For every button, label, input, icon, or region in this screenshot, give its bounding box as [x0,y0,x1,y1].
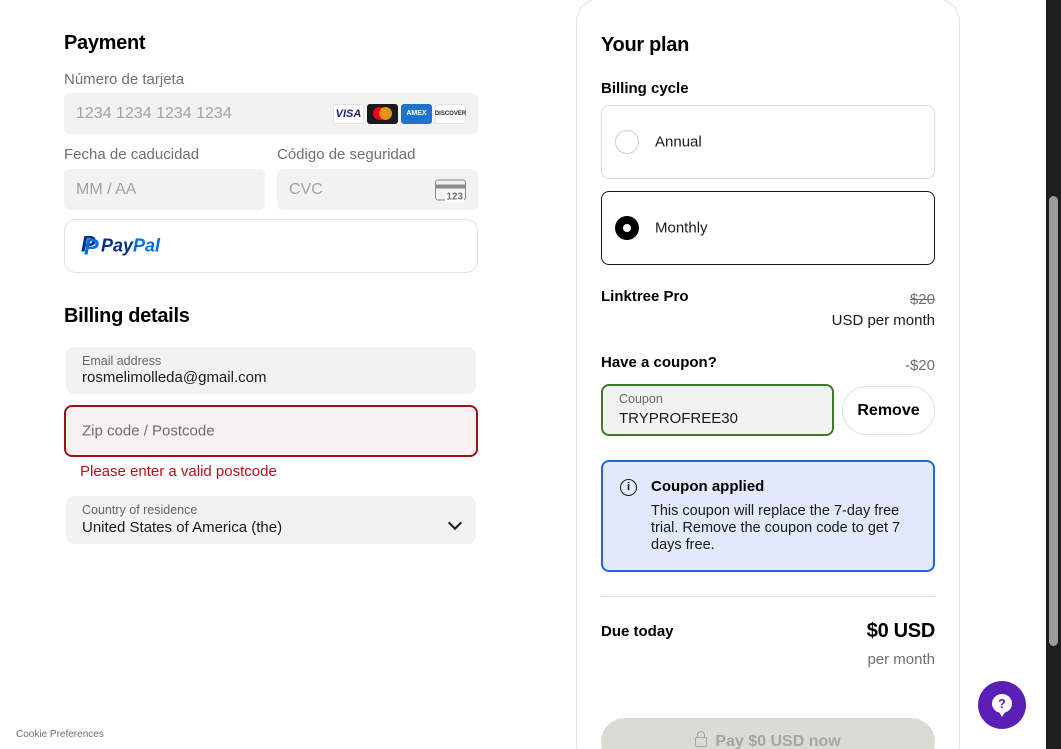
email-field[interactable]: Email address rosmelimolleda@gmail.com [66,347,476,394]
zip-error-message: Please enter a valid postcode [80,463,277,480]
checkout-page: Payment Número de tarjeta 1234 1234 1234… [0,0,1061,749]
card-number-label: Número de tarjeta [64,71,185,88]
original-price: $20 [909,291,935,308]
email-value: rosmelimolleda@gmail.com [82,369,267,386]
discover-icon: DISCOVER [435,103,466,124]
due-today-period: per month [867,651,935,668]
help-chat-button[interactable]: ? [978,681,1026,729]
paypal-button[interactable]: PP PayPal [64,219,478,273]
pay-now-label: Pay $0 USD now [715,733,841,749]
expiry-placeholder: MM / AA [76,180,137,198]
product-name: Linktree Pro [601,288,689,305]
coupon-discount: -$20 [904,357,935,374]
chevron-down-icon [447,515,463,531]
divider [601,596,935,597]
paypal-text-pal: Pal [133,235,161,256]
paypal-text-pay: Pay [101,235,134,256]
coupon-applied-body: This coupon will replace the 7-day free … [651,503,901,553]
lock-icon [695,731,708,747]
plan-title: Your plan [601,34,690,56]
cvc-placeholder: CVC [289,180,323,198]
radio-selected-icon[interactable] [615,216,639,240]
price-unit: USD per month [831,312,935,329]
coupon-input[interactable]: Coupon TRYPROFREE30 [601,384,834,436]
visa-icon: VISA [333,103,364,124]
remove-coupon-button[interactable]: Remove [842,386,935,435]
paypal-icon: PP [81,231,99,259]
info-icon: i [620,479,637,496]
coupon-value: TRYPROFREE30 [619,410,738,427]
coupon-applied-title: Coupon applied [651,478,765,495]
card-number-field[interactable]: 1234 1234 1234 1234 VISA AMEX DISCOVER [64,93,478,134]
due-today-label: Due today [601,623,674,640]
country-label: Country of residence [82,503,198,517]
expiry-field[interactable]: MM / AA [64,169,265,210]
mastercard-icon [367,103,398,124]
scrollbar-thumb[interactable] [1049,196,1058,646]
coupon-label: Coupon [619,392,663,406]
radio-unselected-icon[interactable] [615,130,639,154]
zip-code-placeholder: Zip code / Postcode [82,422,215,440]
billing-option-monthly[interactable]: Monthly [601,191,935,265]
paypal-logo: PP PayPal [81,231,161,259]
billing-option-monthly-label: Monthly [655,219,708,237]
card-number-placeholder: 1234 1234 1234 1234 [76,104,232,122]
due-today-amount: $0 USD [866,620,936,642]
cvc-icon-number: 123 [445,191,464,202]
card-icon: 123 [435,179,466,202]
zip-code-field[interactable]: Zip code / Postcode [64,405,478,457]
billing-option-annual-label: Annual [655,133,702,151]
help-icon: ? [992,694,1012,717]
billing-cycle-label: Billing cycle [601,80,689,97]
email-label: Email address [82,354,162,368]
cookie-preferences-link[interactable]: Cookie Preferences [16,729,104,740]
country-value: United States of America (the) [82,519,283,536]
coupon-question: Have a coupon? [601,354,717,371]
cvc-field[interactable]: CVC 123 [277,169,478,210]
cvc-label: Código de seguridad [277,146,416,163]
coupon-applied-notice: i Coupon applied This coupon will replac… [601,460,935,572]
payment-title: Payment [64,32,146,54]
expiry-label: Fecha de caducidad [64,146,200,163]
billing-details-title: Billing details [64,305,190,327]
amex-icon: AMEX [401,103,432,124]
billing-option-annual[interactable]: Annual [601,105,935,179]
scrollbar[interactable] [1046,0,1061,749]
pay-now-button[interactable]: Pay $0 USD now [601,718,935,749]
country-select[interactable]: Country of residence United States of Am… [66,496,476,544]
card-brands: VISA AMEX DISCOVER [333,103,466,124]
